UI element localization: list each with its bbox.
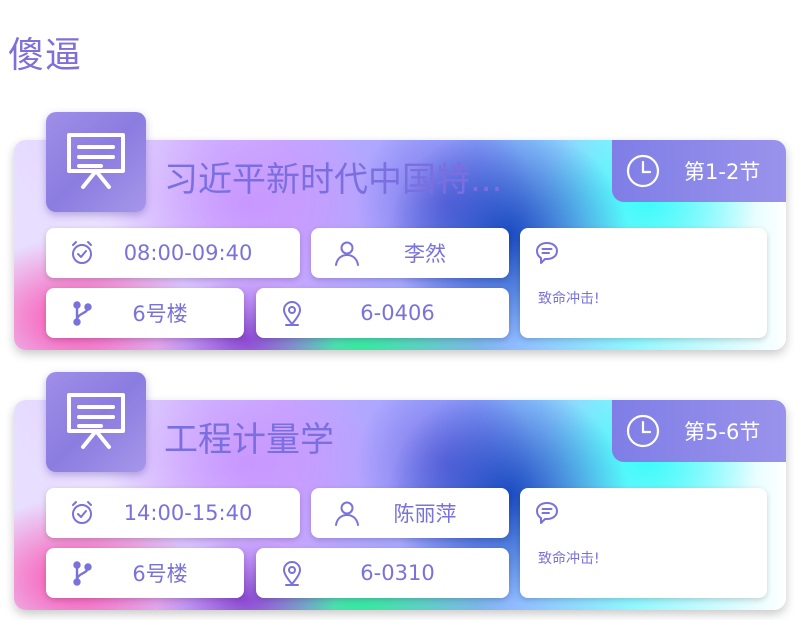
teacher-name: 李然 xyxy=(404,242,446,266)
period-badge: 第5-6节 xyxy=(612,400,786,462)
building-pill: 6号楼 xyxy=(46,548,244,598)
course-name: 习近平新时代中国特... xyxy=(164,160,503,200)
page-title: 傻逼 xyxy=(8,35,83,76)
note-panel[interactable]: 致命冲击! xyxy=(520,488,767,598)
room-number: 6-0406 xyxy=(360,301,435,325)
chat-bubble-icon xyxy=(536,242,558,264)
period-label: 第1-2节 xyxy=(684,160,761,184)
building-pill: 6号楼 xyxy=(46,288,244,338)
period-label: 第5-6节 xyxy=(684,420,761,444)
note-panel[interactable]: 致命冲击! xyxy=(520,228,767,338)
room-pill: 6-0310 xyxy=(256,548,509,598)
teacher-pill: 李然 xyxy=(311,228,509,278)
room-pill: 6-0406 xyxy=(256,288,509,338)
class-time: 08:00-09:40 xyxy=(123,241,253,265)
time-pill: 08:00-09:40 xyxy=(46,228,300,278)
building-name: 6号楼 xyxy=(132,562,188,586)
presentation-board-icon xyxy=(46,372,146,472)
note-text: 致命冲击! xyxy=(538,291,600,307)
class-time: 14:00-15:40 xyxy=(123,501,253,525)
room-number: 6-0310 xyxy=(360,561,435,585)
clock-icon xyxy=(626,414,660,448)
course-name: 工程计量学 xyxy=(164,420,334,460)
teacher-name: 陈丽萍 xyxy=(393,502,457,526)
teacher-pill: 陈丽萍 xyxy=(311,488,509,538)
note-text: 致命冲击! xyxy=(538,551,600,567)
building-name: 6号楼 xyxy=(132,302,188,326)
clock-icon xyxy=(626,154,660,188)
period-badge: 第1-2节 xyxy=(612,140,786,202)
chat-bubble-icon xyxy=(536,502,558,524)
presentation-board-icon xyxy=(46,112,146,212)
time-pill: 14:00-15:40 xyxy=(46,488,300,538)
